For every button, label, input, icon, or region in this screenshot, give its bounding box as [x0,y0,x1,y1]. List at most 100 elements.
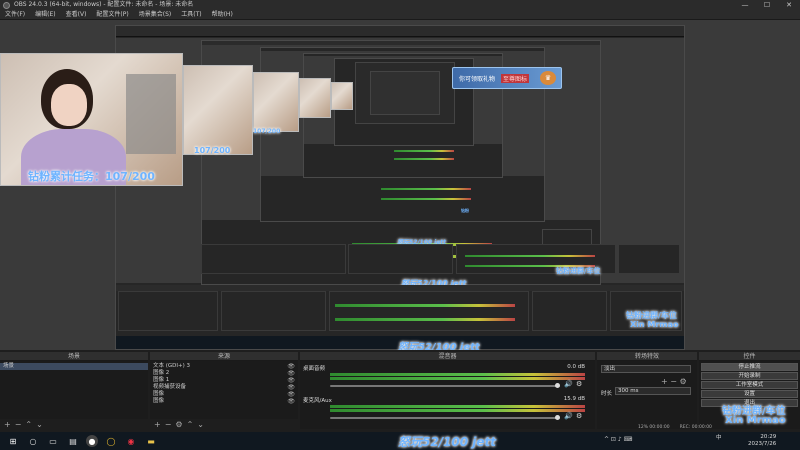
gift-banner-badge: 至尊图标 [501,74,530,83]
maximize-button[interactable]: ☐ [756,0,778,10]
nested-join-1: 钻粉进群/车位 [556,267,601,275]
move-up-icon[interactable]: ⌃ [185,420,196,430]
windows-start-icon[interactable]: ⊞ [6,435,20,447]
nested-meter-3b [381,198,471,200]
source-item[interactable]: 图像 1 [150,377,298,384]
scenes-dock: 场景 场景 + − ⌃ ⌄ [0,352,148,432]
mixer-channel-db: 0.0 dB [567,364,585,370]
explorer-icon[interactable]: ▤ [66,435,80,447]
transition-add-remove[interactable]: + − ⚙ [661,377,687,386]
gift-banner-text: 你可领取礼物 [459,76,496,83]
search-icon[interactable]: ○ [26,435,40,447]
speaker-icon[interactable]: 🔊 [564,380,573,388]
menu-profile[interactable]: 配置文件(P) [91,10,133,19]
mixer-meter [330,377,585,380]
fan-task-counter-echo-1: 107/200 [194,146,231,155]
dock-area: 场景 场景 + − ⌃ ⌄ 来源 文本 (GDI+) 3 图像 2 图像 1 视… [0,352,800,432]
source-item[interactable]: 图像 2 [150,370,298,377]
ranked-progress: 怒玩52/100 jett [398,435,497,449]
sources-dock-title: 来源 [150,352,298,361]
join-group-preview-2: Xin Mrmao [630,320,679,329]
settings-button[interactable]: 设置 [701,390,798,398]
stop-streaming-button[interactable]: 停止推流 [701,363,798,371]
studio-mode-button[interactable]: 工作室模式 [701,381,798,389]
window-controls: — ☐ ✕ [734,0,800,10]
transition-select[interactable]: 淡出 [601,365,691,373]
add-source-button[interactable]: + [152,420,163,430]
nested-transitions-0 [532,291,607,331]
menu-help[interactable]: 帮助(H) [207,10,238,19]
system-clock[interactable]: 20:29 2023/7/26 [748,434,776,448]
mixer-channel-db: 15.9 dB [563,396,585,402]
add-scene-button[interactable]: + [2,420,13,430]
mixer-dock: 混音器 桌面音频 0.0 dB 🔊 ⚙ 麦克风/Aux 15.9 dB 🔊 ⚙ [300,352,595,432]
duration-input[interactable]: 300 ms [615,387,691,395]
nested-meter-4a [394,150,454,152]
move-down-icon[interactable]: ⌄ [34,420,45,430]
window-titlebar: OBS 24.0.3 (64-bit, windows) - 配置文件: 未命名… [0,0,800,10]
move-up-icon[interactable]: ⌃ [23,420,34,430]
mixer-channel-name: 桌面音频 [303,366,326,372]
sources-dock: 来源 文本 (GDI+) 3 图像 2 图像 1 视频捕获设备 图像 图像 👁 👁… [150,352,298,432]
menu-tools[interactable]: 工具(T) [176,10,206,19]
window-title: OBS 24.0.3 (64-bit, windows) - 配置文件: 未命名… [14,1,194,8]
menu-scene-collection[interactable]: 场景集合(S) [134,10,177,19]
source-item[interactable]: 文本 (GDI+) 3 [150,363,298,370]
source-item[interactable]: 图像 [150,391,298,398]
sources-list[interactable]: 文本 (GDI+) 3 图像 2 图像 1 视频捕获设备 图像 图像 👁 👁 👁 👁 👁… [150,361,298,419]
menu-edit[interactable]: 编辑(E) [30,10,60,19]
chrome-icon[interactable]: ◉ [124,435,138,447]
gear-icon[interactable]: ⚙ [576,412,582,420]
nested-controls-1 [618,244,680,274]
nested-menubar [116,32,684,37]
close-button[interactable]: ✕ [778,0,800,10]
gift-banner: 你可领取礼物 至尊图标 ♛ [452,67,562,89]
menu-file[interactable]: 文件(F) [0,10,30,19]
nested-mixer-0 [329,291,529,331]
scene-item[interactable]: 场景 [0,363,148,370]
volume-slider-knob[interactable] [555,383,560,388]
sources-toolbar: + − ⚙ ⌃ ⌄ [150,419,298,431]
webcam-echo-1 [183,65,253,155]
move-down-icon[interactable]: ⌄ [195,420,206,430]
minimize-button[interactable]: — [734,0,756,10]
fan-task-counter: 钻粉累计任务：107/200 [28,170,155,183]
nested-meter-3a [381,188,471,190]
source-properties-icon[interactable]: ⚙ [173,420,184,430]
mixer-meter [330,405,585,408]
duration-label: 时长 [601,391,613,397]
preview-canvas[interactable]: 钻粉 怒玩52/100 jett 怒玩52/100 jett 钻粉进群/车位 钻… [0,20,800,350]
obs-taskbar-icon[interactable]: ● [86,435,98,447]
mixer-meter [330,409,585,412]
mixer-meter [330,373,585,376]
status-bar: 12% 00:00:00 REC: 00:00:00 [600,424,800,432]
scenes-list[interactable]: 场景 [0,361,148,419]
remove-scene-button[interactable]: − [13,420,24,430]
nested-sources-1 [348,244,453,274]
volume-slider[interactable] [330,385,560,387]
remove-source-button[interactable]: − [163,420,174,430]
webcam-echo-3 [299,78,331,118]
nested-meter-0b [335,318,515,321]
nested-meter-4b [394,158,454,160]
visibility-eye-icons[interactable]: 👁 👁 👁 👁 👁 👁 [287,363,295,405]
app-ring-icon[interactable]: ◯ [104,435,118,447]
nested-join-3: 钻粉 [461,208,469,213]
source-item[interactable]: 图像 [150,398,298,405]
nested-capture-level-7 [370,71,440,115]
source-item[interactable]: 视频捕获设备 [150,384,298,391]
start-recording-button[interactable]: 开始录制 [701,372,798,380]
volume-slider-knob[interactable] [555,415,560,420]
folder-icon[interactable]: ▬ [144,435,158,447]
ime-indicator[interactable]: 中 [716,433,722,441]
speaker-icon[interactable]: 🔊 [564,412,573,420]
menu-view[interactable]: 查看(V) [61,10,92,19]
nested-scenes-1 [201,244,346,274]
menu-bar: 文件(F) 编辑(E) 查看(V) 配置文件(P) 场景集合(S) 工具(T) … [0,10,800,20]
tray-icons[interactable]: ^ ⊡ ♪ ⌨ [604,436,632,443]
gear-icon[interactable]: ⚙ [576,380,582,388]
webcam-echo-4 [331,82,353,110]
task-view-icon[interactable]: ▭ [46,435,60,447]
volume-slider[interactable] [330,417,560,419]
crown-icon: ♛ [540,71,556,85]
